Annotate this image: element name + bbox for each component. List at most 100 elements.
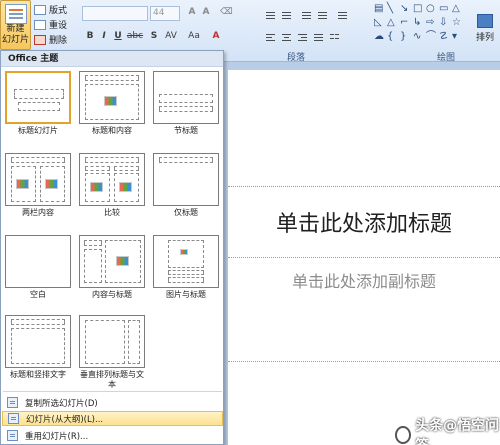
line-spacing-icon[interactable] [336, 10, 349, 22]
new-slide-dropdown: Office 主题 标题幻灯片 标题和内容 节标题 两栏内容 比较 仅标题 空白… [0, 50, 224, 445]
reset-button[interactable]: 重设 [34, 17, 67, 32]
outline-slides-icon [8, 413, 19, 424]
connector-icon[interactable]: ↳ [413, 18, 421, 28]
arrange-label: 排列 [475, 33, 494, 43]
layout-label: 空白 [30, 290, 46, 299]
layout-thumbnail [5, 71, 71, 124]
layout-label: 仅标题 [174, 208, 198, 217]
triangle-2-icon[interactable]: △ [387, 18, 395, 28]
menu-item-from-outline[interactable]: 幻灯片(从大纲)(L)... [2, 411, 223, 426]
bold-button[interactable]: B [84, 30, 96, 43]
layout-picture-caption[interactable]: 图片与标题 [153, 235, 219, 300]
textbox-icon[interactable]: ▤ [374, 4, 383, 14]
align-left-icon[interactable] [264, 32, 277, 44]
layout-content-caption[interactable]: 内容与标题 [79, 235, 145, 300]
font-size-combo[interactable]: 44 [150, 6, 180, 21]
paragraph-group [260, 4, 365, 48]
grow-font-icon[interactable]: A [186, 6, 198, 19]
numbering-icon[interactable] [280, 10, 293, 22]
layout-title-vertical-text[interactable]: 标题和竖排文字 [5, 315, 71, 380]
curve-icon[interactable]: ∿ [413, 32, 421, 42]
reset-icon [34, 19, 46, 30]
layout-title-only[interactable]: 仅标题 [153, 153, 219, 218]
arrange-button[interactable]: 排列 [470, 14, 500, 43]
change-case-button[interactable]: Aa [188, 30, 200, 43]
watermark-logo-icon [395, 426, 412, 444]
layout-thumbnail [79, 315, 145, 368]
delete-button[interactable]: 删除 [34, 32, 67, 47]
clear-format-icon[interactable]: ⌫ [220, 6, 233, 19]
right-triangle-icon[interactable]: ◺ [374, 18, 382, 28]
layout-label: 节标题 [174, 126, 198, 135]
layout-thumbnail [79, 71, 145, 124]
menu-item-label: 复制所选幻灯片(D) [25, 398, 98, 409]
layout-thumbnail [79, 153, 145, 206]
increase-indent-icon[interactable] [316, 10, 329, 22]
title-placeholder[interactable]: 单击此处添加标题 [228, 186, 500, 258]
arrange-icon [477, 14, 493, 28]
layout-title-content[interactable]: 标题和内容 [79, 71, 145, 136]
arrow-right-icon[interactable]: ⇨ [426, 18, 434, 28]
shrink-font-icon[interactable]: A [200, 6, 212, 19]
menu-item-label: 幻灯片(从大纲)(L)... [26, 414, 104, 425]
font-name-combo[interactable] [82, 6, 148, 21]
new-slide-label-2: 幻灯片 [1, 35, 29, 45]
layout-blank[interactable]: 空白 [5, 235, 71, 300]
rectangle-icon[interactable]: □ [413, 4, 422, 14]
scribble-icon[interactable]: ☡ [439, 32, 448, 42]
shadow-button[interactable]: S [148, 30, 160, 43]
freeform-icon[interactable]: ⌒ [426, 32, 436, 42]
align-right-icon[interactable] [296, 32, 309, 44]
layout-title-slide[interactable]: 标题幻灯片 [5, 71, 71, 136]
star-icon[interactable]: ☆ [452, 18, 461, 28]
layout-two-content[interactable]: 两栏内容 [5, 153, 71, 218]
menu-item-label: 重用幻灯片(R)... [25, 431, 89, 442]
delete-label: 删除 [49, 36, 68, 46]
rounded-rect-icon[interactable]: ▭ [439, 4, 448, 14]
align-center-icon[interactable] [280, 32, 293, 44]
layout-label: 版式 [49, 6, 68, 16]
arrow-down-icon[interactable]: ⇩ [439, 18, 447, 28]
bullets-icon[interactable] [264, 10, 277, 22]
columns-icon[interactable] [328, 32, 341, 44]
elbow-icon[interactable]: ⌐ [400, 18, 408, 28]
font-color-button[interactable]: A [210, 30, 222, 43]
brace-right-icon[interactable]: } [400, 32, 406, 42]
menu-item-reuse[interactable]: 重用幻灯片(R)... [2, 428, 223, 443]
slide-canvas[interactable]: 单击此处添加标题 单击此处添加副标题 [228, 70, 500, 445]
menu-item-duplicate[interactable]: 复制所选幻灯片(D) [2, 395, 223, 410]
layout-label: 两栏内容 [22, 208, 54, 217]
layout-label: 标题和竖排文字 [10, 370, 66, 379]
strikethrough-button[interactable]: abc [126, 30, 144, 43]
layout-thumbnail [79, 235, 145, 288]
new-slide-icon [4, 4, 27, 24]
layout-section-header[interactable]: 节标题 [153, 71, 219, 136]
justify-icon[interactable] [312, 32, 325, 44]
layout-vertical-title-text[interactable]: 垂直排列标题与文本 [79, 315, 145, 390]
layout-label: 垂直排列标题与文本 [80, 370, 144, 389]
reset-label: 重设 [49, 21, 68, 31]
char-spacing-button[interactable]: AV [162, 30, 180, 43]
layout-thumbnail [5, 235, 71, 288]
more-shapes-icon[interactable]: ▾ [452, 32, 457, 42]
menu-separator [3, 391, 222, 392]
layout-thumbnail [5, 315, 71, 368]
layout-label: 内容与标题 [92, 290, 132, 299]
underline-button[interactable]: U [112, 30, 124, 43]
line-icon[interactable]: ╲ [387, 4, 393, 14]
brace-icon[interactable]: { [387, 32, 393, 42]
watermark-text: 头条@悟空问答 [415, 418, 500, 445]
italic-button[interactable]: I [98, 30, 110, 43]
layout-comparison[interactable]: 比较 [79, 153, 145, 218]
new-slide-button[interactable]: 新建 幻灯片 [0, 0, 31, 50]
layout-thumbnail [153, 153, 219, 206]
subtitle-placeholder[interactable]: 单击此处添加副标题 [228, 262, 500, 362]
triangle-icon[interactable]: △ [452, 4, 460, 14]
cloud-icon[interactable]: ☁ [374, 32, 384, 42]
arrow-icon[interactable]: ↘ [400, 4, 408, 14]
oval-icon[interactable]: ○ [426, 4, 435, 14]
layout-button[interactable]: 版式 [34, 2, 67, 17]
slide-commands: 版式 重设 删除 [34, 2, 67, 47]
layout-thumbnail [153, 235, 219, 288]
decrease-indent-icon[interactable] [300, 10, 313, 22]
